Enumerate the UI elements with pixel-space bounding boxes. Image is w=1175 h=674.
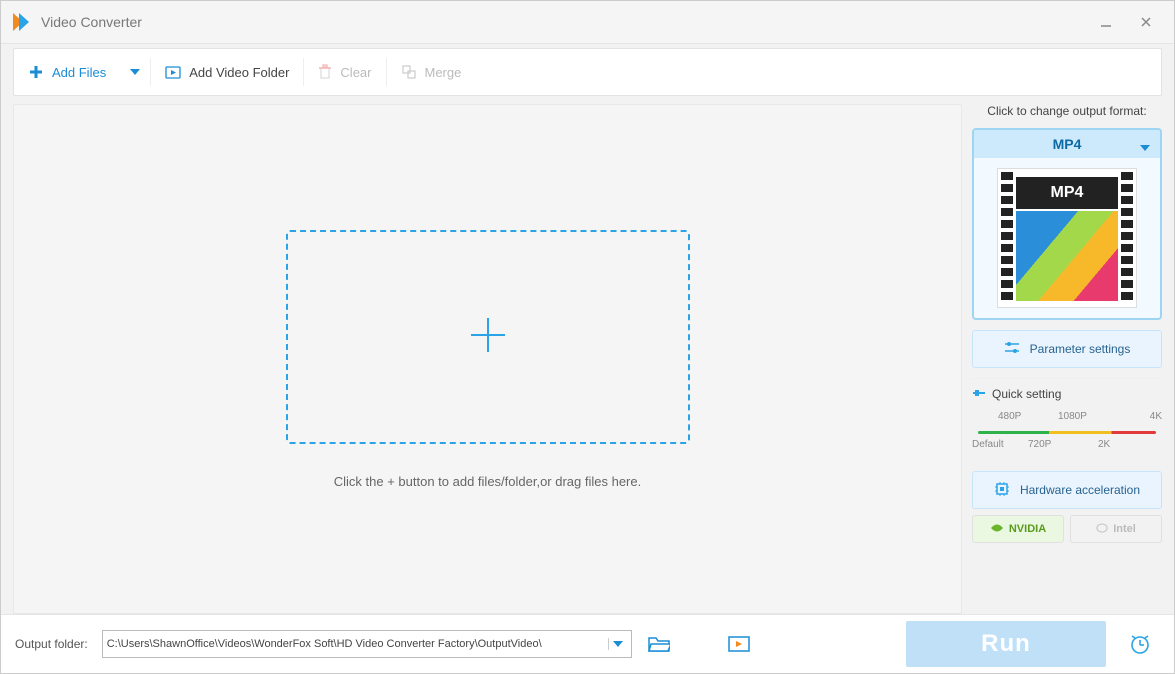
app-window: Video Converter Add Files Add Video Fol (0, 0, 1175, 674)
add-files-button[interactable]: Add Files (14, 49, 120, 95)
hw-accel-block: Hardware acceleration NVIDIA Intel (972, 471, 1162, 543)
add-files-dropdown[interactable] (120, 49, 150, 95)
scale-1080p: 1080P (1058, 411, 1087, 422)
quick-setting-title: Quick setting (972, 387, 1162, 401)
clear-label: Clear (340, 65, 371, 80)
trash-icon (318, 64, 332, 80)
drop-panel: Click the + button to add files/folder,o… (13, 104, 962, 614)
nvidia-eye-icon (990, 523, 1004, 536)
scale-720p: 720P (1028, 439, 1051, 450)
intel-chip[interactable]: Intel (1070, 515, 1162, 543)
slider-icon (972, 387, 986, 401)
parameter-settings-button[interactable]: Parameter settings (972, 330, 1162, 368)
merge-label: Merge (425, 65, 462, 80)
main-toolbar: Add Files Add Video Folder Clear Merge (13, 48, 1162, 96)
plus-icon (28, 64, 44, 80)
footer-bar: Output folder: C:\Users\ShawnOffice\Vide… (1, 614, 1174, 673)
scale-480p: 480P (998, 411, 1021, 422)
add-folder-label: Add Video Folder (189, 65, 289, 80)
merge-button[interactable]: Merge (387, 49, 476, 95)
quick-setting-label: Quick setting (992, 387, 1061, 401)
sliders-icon (1004, 341, 1020, 358)
format-header[interactable]: MP4 (974, 130, 1160, 158)
intel-circle-icon (1096, 522, 1108, 537)
quick-setting-block: Quick setting 480P 1080P 4K Default 720P… (972, 378, 1162, 453)
add-folder-button[interactable]: Add Video Folder (151, 49, 303, 95)
alarm-clock-icon (1128, 632, 1152, 656)
open-folder-button[interactable] (646, 631, 672, 657)
chevron-down-icon (130, 69, 140, 75)
schedule-button[interactable] (1120, 624, 1160, 664)
quality-slider[interactable]: 480P 1080P 4K Default 720P 2K (972, 411, 1162, 453)
output-format-selector[interactable]: MP4 MP4 (972, 128, 1162, 320)
plus-large-icon (465, 312, 511, 361)
clear-button[interactable]: Clear (304, 49, 385, 95)
main-area: Click the + button to add files/folder,o… (13, 104, 1162, 614)
minimize-button[interactable] (1086, 7, 1126, 37)
drop-hint-text: Click the + button to add files/folder,o… (334, 474, 641, 489)
format-name: MP4 (1053, 136, 1082, 152)
title-bar: Video Converter (1, 1, 1174, 44)
hardware-accel-button[interactable]: Hardware acceleration (972, 471, 1162, 509)
format-thumbnail: MP4 (974, 158, 1160, 318)
chip-icon (994, 481, 1010, 500)
output-path-value: C:\Users\ShawnOffice\Videos\WonderFox So… (107, 638, 608, 650)
output-format-hint: Click to change output format: (972, 104, 1162, 118)
merge-icon (401, 64, 417, 80)
close-button[interactable] (1126, 7, 1166, 37)
output-folder-label: Output folder: (15, 637, 88, 651)
app-logo-icon (9, 10, 33, 34)
run-label: Run (981, 630, 1031, 658)
intel-label: Intel (1113, 523, 1136, 535)
drop-zone[interactable] (286, 230, 690, 444)
scale-2k: 2K (1098, 439, 1110, 450)
scale-track (978, 431, 1156, 434)
output-path-field[interactable]: C:\Users\ShawnOffice\Videos\WonderFox So… (102, 630, 632, 658)
run-button[interactable]: Run (906, 621, 1106, 667)
scale-4k: 4K (1150, 411, 1162, 422)
parameter-settings-label: Parameter settings (1030, 342, 1131, 356)
hardware-accel-label: Hardware acceleration (1020, 483, 1140, 497)
side-panel: Click to change output format: MP4 MP4 (972, 104, 1162, 614)
mp4-badge: MP4 (1016, 177, 1118, 209)
window-controls (1086, 7, 1166, 37)
nvidia-label: NVIDIA (1009, 523, 1046, 535)
app-title: Video Converter (41, 14, 142, 30)
mp4-thumb-icon: MP4 (997, 168, 1137, 308)
add-files-label: Add Files (52, 65, 106, 80)
output-path-dropdown[interactable] (608, 638, 627, 650)
chevron-down-icon (1140, 138, 1150, 154)
browse-output-button[interactable] (726, 631, 752, 657)
folder-video-icon (165, 64, 181, 80)
scale-default: Default (972, 439, 1004, 450)
nvidia-chip[interactable]: NVIDIA (972, 515, 1064, 543)
